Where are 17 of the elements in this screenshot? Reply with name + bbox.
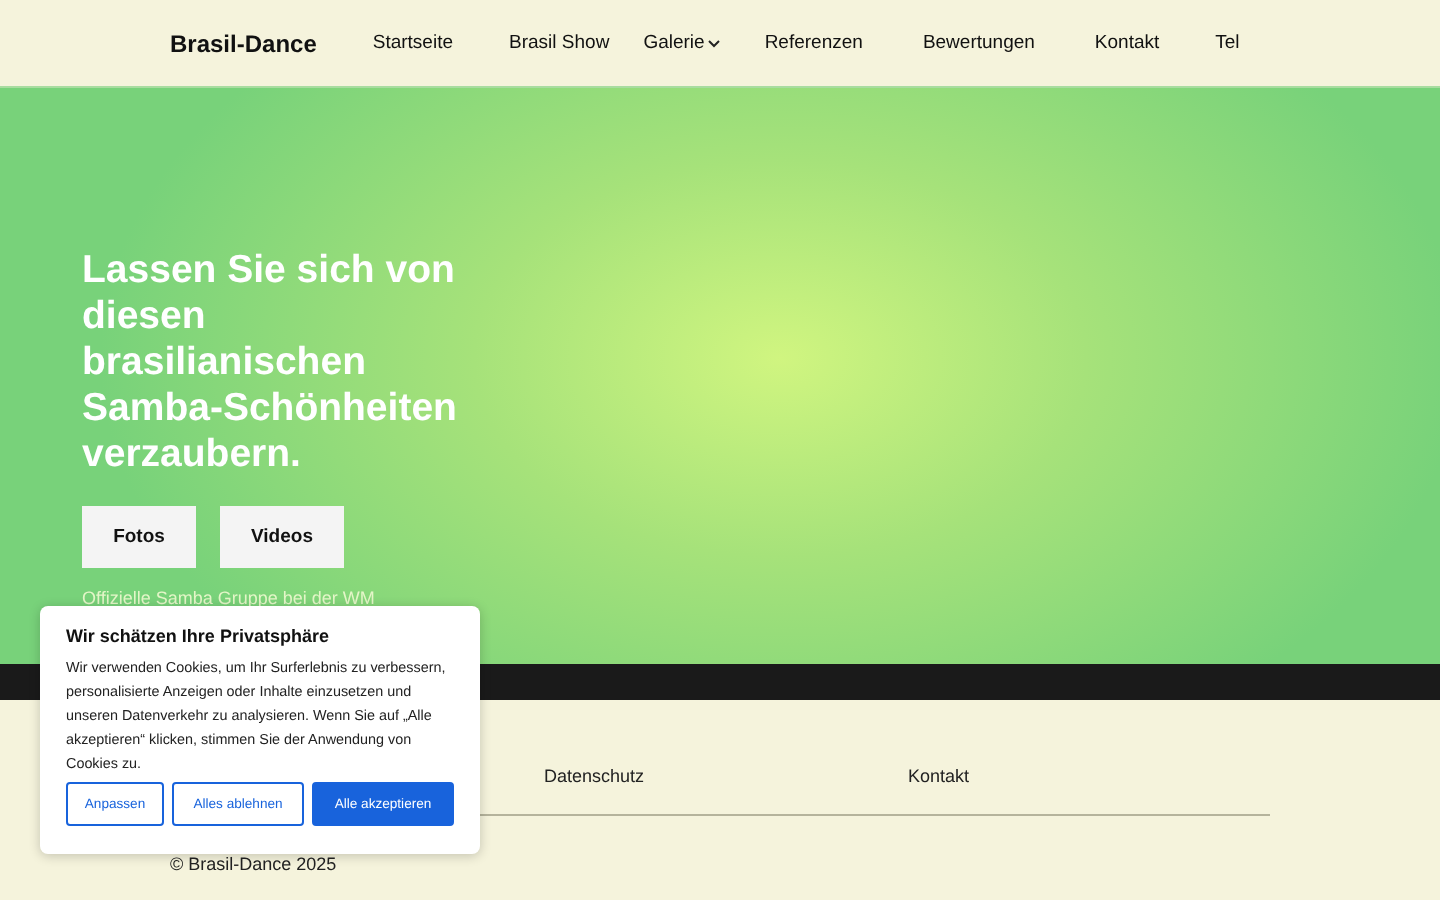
nav-link[interactable]: Brasil Show	[509, 32, 610, 54]
nav-link[interactable]: Tel	[1215, 32, 1240, 54]
nav-link[interactable]: Referenzen	[764, 32, 863, 54]
nav-link[interactable]: Startseite	[372, 32, 454, 54]
nav-link[interactable]: Galerie	[643, 32, 721, 54]
site-logo[interactable]: Brasil-Dance	[170, 29, 317, 57]
copyright-text: © Brasil-Dance 2025	[170, 854, 339, 874]
caret-icon	[708, 39, 721, 47]
hero-button[interactable]: Videos	[220, 506, 344, 568]
hero-subtitle: Offizielle Samba Gruppe bei der WM	[82, 588, 377, 608]
hero-button[interactable]: Fotos	[82, 506, 196, 568]
nav-link[interactable]: Bewertungen	[922, 32, 1035, 54]
dialog-title: Wir schätzen Ihre Privatsphäre	[66, 626, 331, 646]
footer-link[interactable]: Kontakt	[908, 766, 970, 786]
nav-link[interactable]: Kontakt	[1094, 32, 1160, 54]
hero-title: Lassen Sie sich von diesen brasilianischen Samba-Schönheiten verzaubern.	[82, 248, 459, 478]
footer-link[interactable]: Datenschutz	[544, 766, 645, 786]
